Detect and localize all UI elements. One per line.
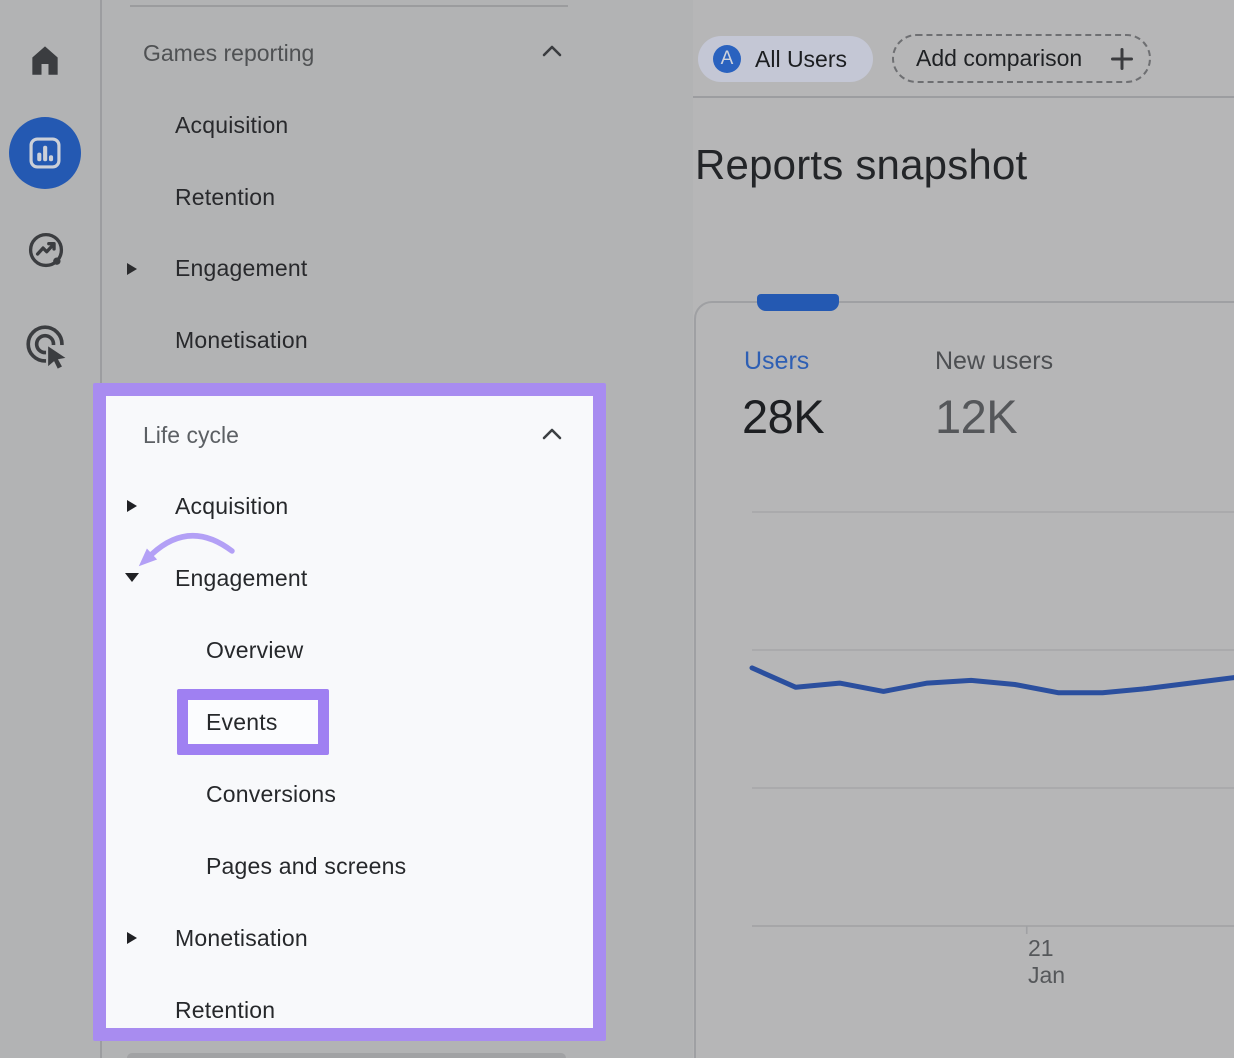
ads-target-icon [24,323,70,369]
sidebar-item-monetisation[interactable]: Monetisation [175,325,308,355]
sidebar-item-conversions[interactable]: Conversions [206,779,336,809]
reports-nav-button-active[interactable] [9,117,81,189]
collapse-triangle-icon[interactable] [125,573,139,582]
metric-value-users: 28K [742,389,824,444]
explore-icon [25,229,67,271]
drawer-top-divider [130,5,568,7]
advertising-nav-button[interactable] [24,323,70,369]
page-title: Reports snapshot [695,141,1027,189]
sidebar-item-monetisation[interactable]: Monetisation [175,923,308,953]
sidebar-item-pages-and-screens[interactable]: Pages and screens [206,851,406,881]
section-label: Games reporting [143,40,314,67]
sidebar-item-engagement-expanded[interactable]: Engagement [175,563,307,593]
header-divider [693,96,1234,98]
sidebar-item-retention[interactable]: Retention [175,995,275,1025]
add-comparison-button[interactable]: Add comparison [892,34,1151,83]
x-axis-tick-label: 21 Jan [1028,935,1065,989]
home-nav-button[interactable] [23,37,67,81]
sidebar-item-overview[interactable]: Overview [206,635,303,665]
life-cycle-highlight-panel: Life cycle Acquisition Engagement Overvi… [93,383,606,1041]
audience-chip-label: All Users [755,36,847,82]
metric-tab-users[interactable]: Users [744,347,809,376]
section-header-life-cycle: Life cycle [143,420,239,450]
next-section-top-edge [127,1053,566,1058]
expand-triangle-icon[interactable] [127,932,137,944]
collapse-chevron-up-icon[interactable] [541,426,563,442]
add-comparison-label: Add comparison [916,45,1082,72]
active-metric-tab-indicator [757,294,839,311]
sidebar-item-events[interactable]: Events [206,707,278,737]
explore-nav-button[interactable] [25,229,67,271]
sidebar-item-retention[interactable]: Retention [175,182,275,212]
metric-tab-new-users[interactable]: New users [935,347,1053,376]
expand-triangle-icon[interactable] [127,500,137,512]
tick-day: 21 [1028,935,1065,962]
bar-chart-icon [26,134,64,172]
avatar: A [713,45,741,73]
avatar-letter: A [721,48,734,70]
section-header-games-reporting: Games reporting [143,38,314,68]
sidebar-item-acquisition[interactable]: Acquisition [175,110,288,140]
sidebar-item-engagement[interactable]: Engagement [175,253,307,283]
plus-icon [1108,45,1136,73]
expand-triangle-icon[interactable] [127,263,137,275]
tick-month: Jan [1028,962,1065,989]
home-icon [23,37,67,81]
collapse-chevron-up-icon[interactable] [541,43,563,59]
ga4-reports-screen: Games reporting Acquisition Retention En… [0,0,1234,1058]
metric-value-new-users: 12K [935,389,1017,444]
